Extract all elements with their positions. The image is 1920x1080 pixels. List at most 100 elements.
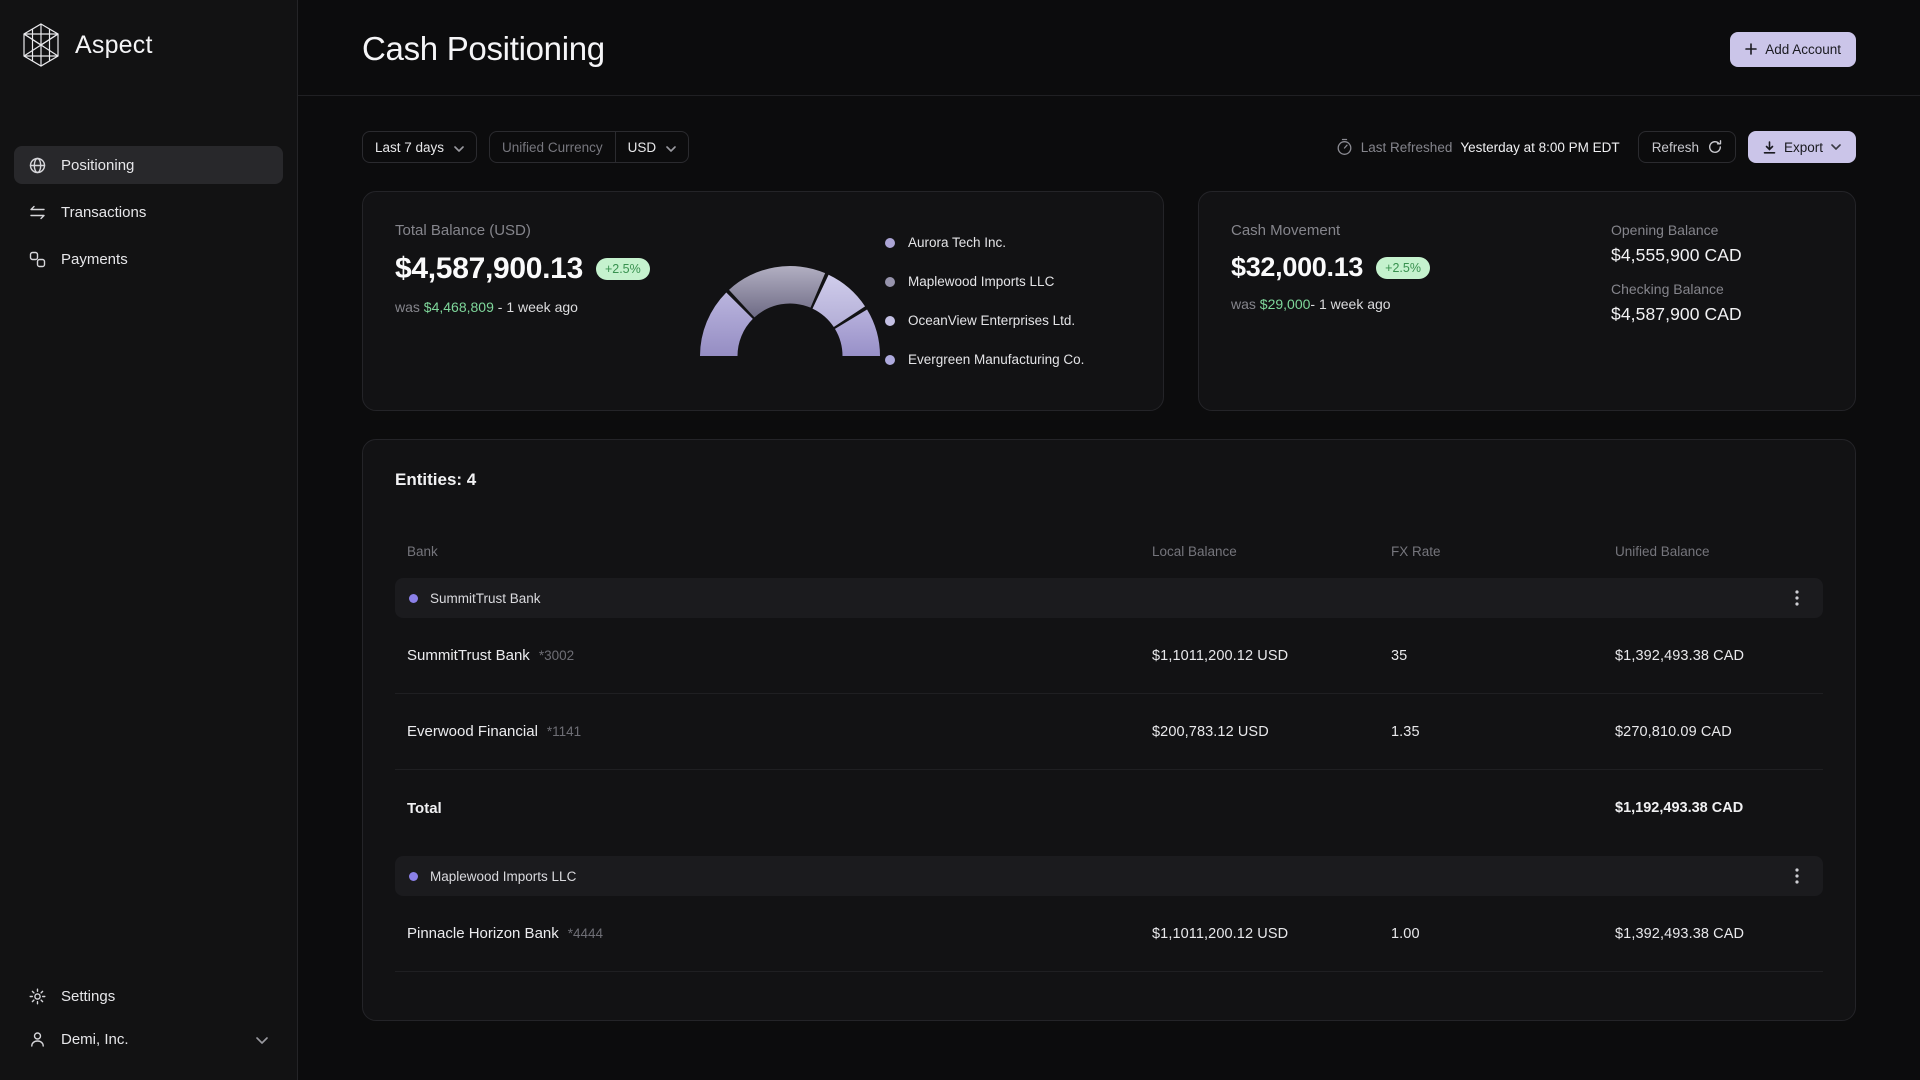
sidebar-item-label: Transactions xyxy=(61,204,146,221)
entity-dot xyxy=(409,594,418,603)
table-total-row: Total $1,192,493.38 CAD xyxy=(395,770,1823,846)
aspect-logo-icon xyxy=(20,22,62,68)
sidebar-item-label: Payments xyxy=(61,251,128,268)
currency-select[interactable]: Unified Currency USD xyxy=(489,131,689,163)
cash-movement-value: $32,000.13 xyxy=(1231,252,1363,283)
total-unified-balance: $1,192,493.38 CAD xyxy=(1615,800,1795,816)
entity-group-row[interactable]: Maplewood Imports LLC xyxy=(395,856,1823,896)
account-number: *3002 xyxy=(539,648,574,663)
fx-rate: 1.00 xyxy=(1391,926,1615,942)
entity-dot xyxy=(409,872,418,881)
change-badge: +2.5% xyxy=(1376,257,1430,279)
total-balance-value: $4,587,900.13 xyxy=(395,252,583,286)
gauge-chart xyxy=(695,222,885,380)
column-header-fx-rate: FX Rate xyxy=(1391,544,1615,559)
fx-rate: 35 xyxy=(1391,648,1615,664)
table-row: SummitTrust Bank *3002 $1,1011,200.12 US… xyxy=(395,618,1823,694)
add-account-button[interactable]: Add Account xyxy=(1730,32,1856,67)
change-badge: +2.5% xyxy=(596,258,650,280)
unified-balance: $270,810.09 CAD xyxy=(1615,724,1795,740)
summary-cards: Total Balance (USD) $4,587,900.13 +2.5% … xyxy=(298,163,1920,411)
chevron-down-icon xyxy=(666,140,676,155)
export-button[interactable]: Export xyxy=(1748,131,1856,163)
local-balance: $1,1011,200.12 USD xyxy=(1152,926,1391,942)
app-name: Aspect xyxy=(75,31,153,60)
chevron-down-icon xyxy=(1831,144,1841,150)
kebab-menu-icon[interactable] xyxy=(1785,864,1809,888)
legend-item: OceanView Enterprises Ltd. xyxy=(885,313,1129,328)
legend-label: Maplewood Imports LLC xyxy=(908,274,1054,289)
table-header-row: Bank Local Balance FX Rate Unified Balan… xyxy=(395,532,1823,570)
sidebar-item-transactions[interactable]: Transactions xyxy=(14,193,283,231)
refresh-button[interactable]: Refresh xyxy=(1638,131,1736,163)
add-account-label: Add Account xyxy=(1765,42,1841,57)
fx-rate: 1.35 xyxy=(1391,724,1615,740)
currency-label: Unified Currency xyxy=(490,132,616,162)
payments-icon xyxy=(29,251,46,268)
unified-balance: $1,392,493.38 CAD xyxy=(1615,648,1795,664)
total-balance-card: Total Balance (USD) $4,587,900.13 +2.5% … xyxy=(362,191,1164,411)
account-number: *4444 xyxy=(568,926,603,941)
legend-dot xyxy=(885,355,895,365)
chevron-down-icon xyxy=(454,140,464,155)
gear-icon xyxy=(29,988,46,1005)
bank-name: Pinnacle Horizon Bank xyxy=(407,925,559,942)
sidebar-item-settings[interactable]: Settings xyxy=(29,988,268,1005)
chevron-down-icon xyxy=(256,1031,268,1048)
table-row: Pinnacle Horizon Bank *4444 $1,1011,200.… xyxy=(395,896,1823,972)
export-label: Export xyxy=(1784,140,1823,155)
plus-icon xyxy=(1745,43,1757,55)
entity-group-name: Maplewood Imports LLC xyxy=(430,869,576,884)
globe-icon xyxy=(29,157,46,174)
opening-balance-value: $4,555,900 CAD xyxy=(1611,245,1823,266)
bank-name: Everwood Financial xyxy=(407,723,538,740)
cash-movement-card: Cash Movement $32,000.13 +2.5% was $29,0… xyxy=(1198,191,1856,411)
swap-arrows-icon xyxy=(29,205,46,220)
date-range-value: Last 7 days xyxy=(375,140,444,155)
bank-name: SummitTrust Bank xyxy=(407,647,530,664)
last-refreshed: Last Refreshed Yesterday at 8:00 PM EDT xyxy=(1336,138,1620,156)
last-refreshed-label: Last Refreshed xyxy=(1361,140,1453,155)
sidebar-item-label: Positioning xyxy=(61,157,134,174)
sidebar: Aspect Positioning Transactions Payments xyxy=(0,0,298,1080)
org-switcher[interactable]: Demi, Inc. xyxy=(29,1031,268,1048)
local-balance: $200,783.12 USD xyxy=(1152,724,1391,740)
date-range-select[interactable]: Last 7 days xyxy=(362,131,477,163)
cash-movement-previous: was $29,000- 1 week ago xyxy=(1231,296,1531,312)
entity-share-gauge xyxy=(695,256,885,360)
column-header-local-balance: Local Balance xyxy=(1152,544,1391,559)
table-row: Everwood Financial *1141 $200,783.12 USD… xyxy=(395,694,1823,770)
cash-movement-label: Cash Movement xyxy=(1231,222,1531,239)
column-header-unified-balance: Unified Balance xyxy=(1615,544,1795,559)
sidebar-nav: Positioning Transactions Payments xyxy=(14,146,283,278)
sidebar-item-positioning[interactable]: Positioning xyxy=(14,146,283,184)
main-content: Cash Positioning Add Account Last 7 days… xyxy=(298,0,1920,1080)
legend-item: Evergreen Manufacturing Co. xyxy=(885,352,1129,367)
gauge-legend: Aurora Tech Inc. Maplewood Imports LLC O… xyxy=(885,222,1133,380)
settings-label: Settings xyxy=(61,988,115,1005)
legend-dot xyxy=(885,238,895,248)
entity-group-name: SummitTrust Bank xyxy=(430,591,541,606)
legend-item: Aurora Tech Inc. xyxy=(885,235,1129,250)
legend-item: Maplewood Imports LLC xyxy=(885,274,1129,289)
sidebar-footer: Settings Demi, Inc. xyxy=(14,988,283,1054)
kebab-menu-icon[interactable] xyxy=(1785,586,1809,610)
page-title: Cash Positioning xyxy=(362,30,605,68)
stopwatch-icon xyxy=(1336,138,1353,156)
legend-label: Evergreen Manufacturing Co. xyxy=(908,352,1084,367)
refresh-label: Refresh xyxy=(1652,140,1699,155)
refresh-icon xyxy=(1708,140,1722,154)
unified-balance: $1,392,493.38 CAD xyxy=(1615,926,1795,942)
entity-group-row[interactable]: SummitTrust Bank xyxy=(395,578,1823,618)
legend-label: Aurora Tech Inc. xyxy=(908,235,1006,250)
app-logo: Aspect xyxy=(14,22,283,68)
legend-label: OceanView Enterprises Ltd. xyxy=(908,313,1075,328)
legend-dot xyxy=(885,316,895,326)
sidebar-item-payments[interactable]: Payments xyxy=(14,240,283,278)
checking-balance-value: $4,587,900 CAD xyxy=(1611,304,1823,325)
balances-block: Opening Balance $4,555,900 CAD Checking … xyxy=(1611,222,1823,380)
local-balance: $1,1011,200.12 USD xyxy=(1152,648,1391,664)
opening-balance-label: Opening Balance xyxy=(1611,222,1823,238)
total-balance-previous: was $4,468,809 - 1 week ago xyxy=(395,299,695,315)
download-icon xyxy=(1763,141,1776,154)
